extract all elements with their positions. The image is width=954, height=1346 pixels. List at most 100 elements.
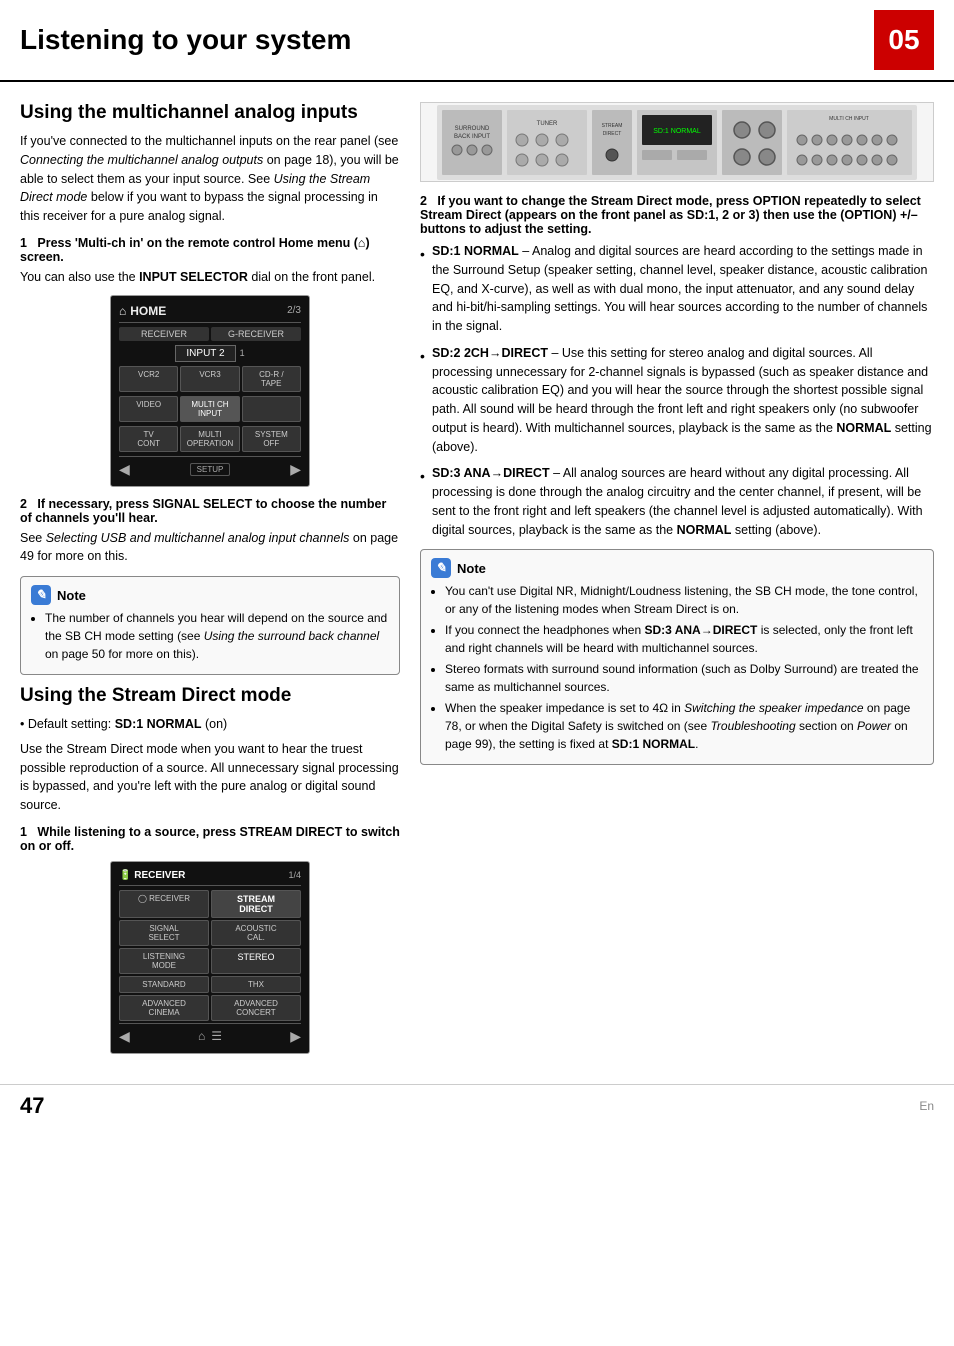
home-icon: ⌂ <box>119 304 126 318</box>
section-multichannel: Using the multichannel analog inputs If … <box>20 102 400 675</box>
screen1-title: HOME <box>130 304 166 318</box>
screen1-arrow-left: ◀ <box>119 461 130 478</box>
recv-row-signal: SIGNALSELECT ACOUSTICCAL. <box>119 920 301 946</box>
screen1-tab-greceiver[interactable]: G-RECEIVER <box>211 327 301 341</box>
recv-btn-listening-mode[interactable]: LISTENINGMODE <box>119 948 209 974</box>
recv-row-receiver: ◯ RECEIVER STREAMDIRECT <box>119 890 301 918</box>
chapter-badge: 05 <box>874 10 934 70</box>
bullet-label-sd2: SD:2 2CH→DIRECT <box>432 346 548 360</box>
screen1-btn-vcr3[interactable]: VCR3 <box>180 366 239 392</box>
screen1-btn-row3: TVCONT MULTIOPERATION SYSTEMOFF <box>119 426 301 452</box>
recv-row-standard: STANDARD THX <box>119 976 301 993</box>
recv-btn-stereo[interactable]: STEREO <box>211 948 301 974</box>
bullet-content-1: SD:1 NORMAL – Analog and digital sources… <box>432 242 934 336</box>
recv-menu-icon: ☰ <box>211 1029 222 1043</box>
screen1-btn-row2: VIDEO MULTI CHINPUT <box>119 396 301 422</box>
bullet-dot-3: • <box>420 466 432 539</box>
step1-body: You can also use the INPUT SELECTOR dial… <box>20 268 400 287</box>
page-number: 47 <box>20 1093 44 1119</box>
recv-page: 1/4 <box>288 870 301 880</box>
screen1-btn-tvcont[interactable]: TVCONT <box>119 426 178 452</box>
recv-home-icon: ⌂ <box>198 1029 205 1043</box>
recv-btn-adv-cinema[interactable]: ADVANCEDCINEMA <box>119 995 209 1021</box>
main-content: Using the multichannel analog inputs If … <box>0 82 954 1074</box>
svg-text:MULTI CH INPUT: MULTI CH INPUT <box>829 116 869 122</box>
bullet-content-2: SD:2 2CH→DIRECT – Use this setting for s… <box>432 344 934 457</box>
step2-heading-left: 2 If necessary, press SIGNAL SELECT to c… <box>20 497 400 525</box>
right-bullets: • SD:1 NORMAL – Analog and digital sourc… <box>420 242 934 539</box>
recv-row-listening: LISTENINGMODE STEREO <box>119 948 301 974</box>
screen1-btn-vcr2[interactable]: VCR2 <box>119 366 178 392</box>
screen1-bottom: ◀ SETUP ▶ <box>119 456 301 478</box>
section2-title: Using the Stream Direct mode <box>20 685 400 707</box>
recv-bottom: ◀ ⌂ ☰ ▶ <box>119 1023 301 1045</box>
screen1-input-row: INPUT 2 1 <box>119 345 301 362</box>
bullet-sd2: • SD:2 2CH→DIRECT – Use this setting for… <box>420 344 934 457</box>
screen1-tabs: RECEIVER G-RECEIVER <box>119 327 301 341</box>
page-footer: 47 En <box>0 1084 954 1127</box>
note1-title: ✎ Note <box>31 585 389 605</box>
screen1-num-indicator: 1 <box>240 348 245 358</box>
screen1-tab-receiver[interactable]: RECEIVER <box>119 327 209 341</box>
section2-default: • Default setting: SD:1 NORMAL (on) <box>20 715 400 734</box>
screen1-btn-multioperation[interactable]: MULTIOPERATION <box>180 426 239 452</box>
svg-text:BACK INPUT: BACK INPUT <box>454 134 490 140</box>
screen1-btn-empty <box>242 396 301 422</box>
section1-body: If you've connected to the multichannel … <box>20 132 400 226</box>
left-column: Using the multichannel analog inputs If … <box>20 102 400 1064</box>
svg-text:TUNER: TUNER <box>537 121 558 127</box>
note-icon-1: ✎ <box>31 585 51 605</box>
screen1-btn-cdr[interactable]: CD-R /TAPE <box>242 366 301 392</box>
bullet-sd3: • SD:3 ANA→DIRECT – All analog sources a… <box>420 464 934 539</box>
svg-text:STREAM: STREAM <box>602 123 623 129</box>
right-column: SURROUND BACK INPUT TUNER STREAM DIRECT <box>420 102 934 1064</box>
recv-btn-adv-concert[interactable]: ADVANCEDCONCERT <box>211 995 301 1021</box>
receiver-screen-mockup: 🔋 RECEIVER 1/4 ◯ RECEIVER STREAMDIRECT S… <box>110 861 310 1054</box>
recv-btn-acoustic-cal[interactable]: ACOUSTICCAL. <box>211 920 301 946</box>
note-icon-2: ✎ <box>431 558 451 578</box>
section1-title: Using the multichannel analog inputs <box>20 102 400 124</box>
svg-text:DIRECT: DIRECT <box>603 131 622 137</box>
step2-heading-right: 2 If you want to change the Stream Direc… <box>420 194 934 236</box>
recv-arrow-left: ◀ <box>119 1028 130 1045</box>
note2-label: Note <box>457 561 486 576</box>
home-screen-mockup: ⌂ HOME 2/3 RECEIVER G-RECEIVER INPUT 2 1 <box>110 295 310 487</box>
bullet-sd1: • SD:1 NORMAL – Analog and digital sourc… <box>420 242 934 336</box>
bullet-dot-2: • <box>420 346 432 457</box>
step2-body-left: See Selecting USB and multichannel analo… <box>20 529 400 567</box>
bullet-label-sd3: SD:3 ANA→DIRECT <box>432 466 550 480</box>
screen1-btn-multich[interactable]: MULTI CHINPUT <box>180 396 239 422</box>
note-box-right: ✎ Note You can't use Digital NR, Midnigh… <box>420 549 934 765</box>
recv-btn-standard[interactable]: STANDARD <box>119 976 209 993</box>
screen1-page: 2/3 <box>287 305 301 316</box>
page-header: Listening to your system 05 <box>0 0 954 82</box>
screen1-btn-row1: VCR2 VCR3 CD-R /TAPE <box>119 366 301 392</box>
screen1-btn-systemoff[interactable]: SYSTEMOFF <box>242 426 301 452</box>
section2-body: Use the Stream Direct mode when you want… <box>20 740 400 815</box>
recv-btn-receiver-circle: ◯ RECEIVER <box>119 890 209 918</box>
bullet-content-3: SD:3 ANA→DIRECT – All analog sources are… <box>432 464 934 539</box>
note2-title: ✎ Note <box>431 558 923 578</box>
device-svg: SURROUND BACK INPUT TUNER STREAM DIRECT <box>421 105 933 180</box>
recv-arrow-right: ▶ <box>290 1028 301 1045</box>
svg-text:SURROUND: SURROUND <box>455 126 490 132</box>
section-stream-direct: Using the Stream Direct mode • Default s… <box>20 685 400 1054</box>
recv-btn-thx[interactable]: THX <box>211 976 301 993</box>
note1-body: The number of channels you hear will dep… <box>31 609 389 663</box>
page-title: Listening to your system <box>20 24 874 56</box>
device-image: SURROUND BACK INPUT TUNER STREAM DIRECT <box>420 102 934 182</box>
screen1-btn-video[interactable]: VIDEO <box>119 396 178 422</box>
section2-step1-heading: 1 While listening to a source, press STR… <box>20 825 400 853</box>
note2-body: You can't use Digital NR, Midnight/Loudn… <box>431 582 923 753</box>
recv-row-advanced: ADVANCEDCINEMA ADVANCEDCONCERT <box>119 995 301 1021</box>
screen1-input-label: INPUT 2 <box>175 345 235 362</box>
recv-header: 🔋 RECEIVER 1/4 <box>119 870 301 886</box>
note1-label: Note <box>57 588 86 603</box>
step1-heading: 1 Press 'Multi-ch in' on the remote cont… <box>20 236 400 264</box>
recv-btn-signal-select[interactable]: SIGNALSELECT <box>119 920 209 946</box>
note-box-multichannel: ✎ Note The number of channels you hear w… <box>20 576 400 675</box>
svg-text:SD:1 NORMAL: SD:1 NORMAL <box>653 128 701 135</box>
recv-btn-stream-direct[interactable]: STREAMDIRECT <box>211 890 301 918</box>
screen1-setup-btn[interactable]: SETUP <box>190 463 231 476</box>
screen1-arrow-right: ▶ <box>290 461 301 478</box>
